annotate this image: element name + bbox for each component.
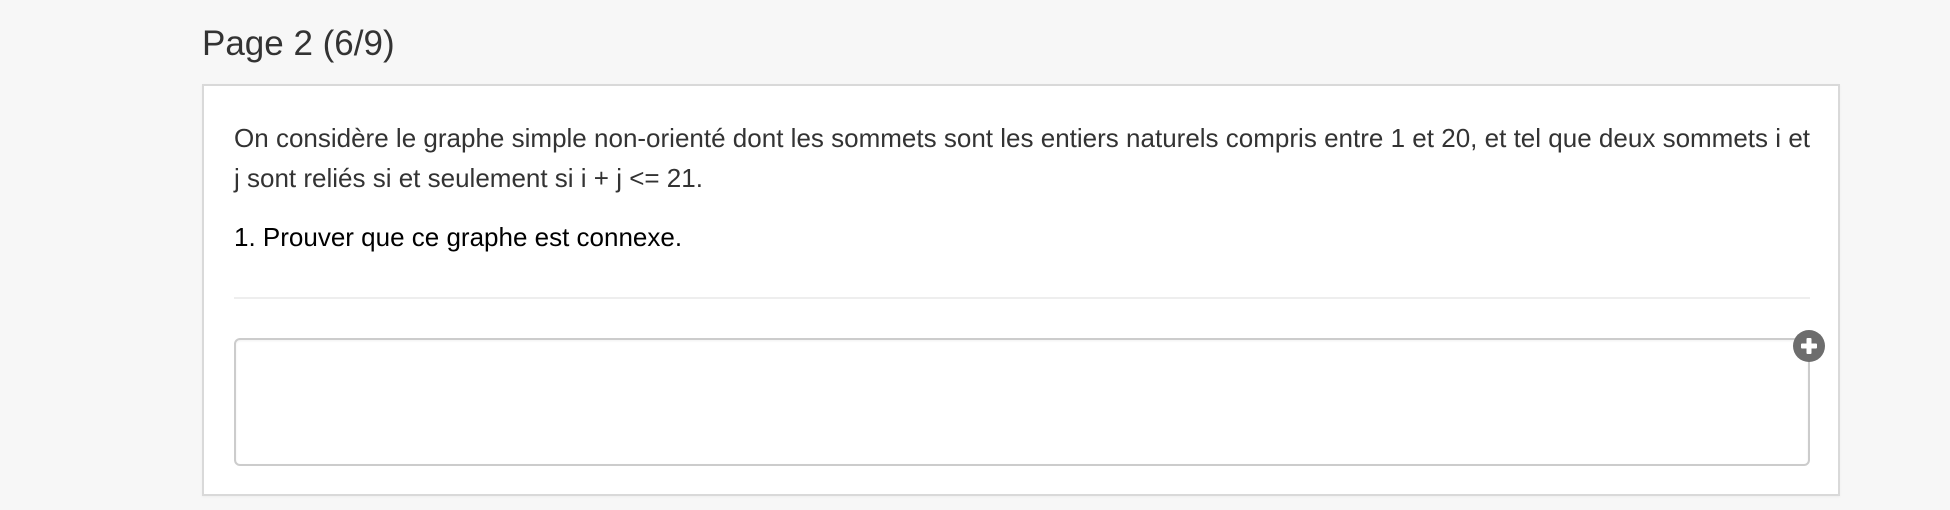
divider (234, 297, 1810, 299)
question-statement: On considère le graphe simple non-orient… (234, 123, 1810, 193)
page: Page 2 (6/9) On considère le graphe simp… (0, 0, 1950, 510)
plus-circle-icon (1799, 336, 1819, 356)
question-prompt: 1. Prouver que ce graphe est connexe. (234, 222, 683, 252)
page-title: Page 2 (6/9) (202, 24, 395, 63)
question-card: On considère le graphe simple non-orient… (202, 84, 1840, 496)
add-button[interactable] (1793, 330, 1825, 362)
answer-input[interactable] (234, 338, 1810, 466)
